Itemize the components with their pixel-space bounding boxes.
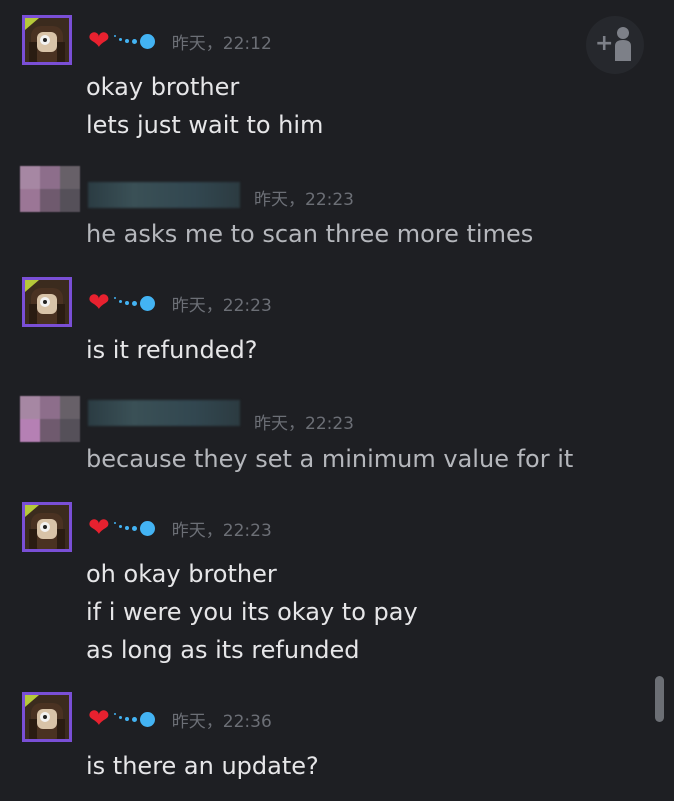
avatar[interactable] bbox=[22, 15, 72, 65]
avatar-image bbox=[25, 505, 69, 549]
message-text: is there an update? bbox=[86, 752, 319, 780]
timestamp: 昨天，22:23 bbox=[171, 295, 272, 316]
avatar[interactable] bbox=[20, 166, 80, 212]
dots-icon bbox=[113, 709, 158, 729]
avatar[interactable] bbox=[22, 502, 72, 552]
message-text: as long as its refunded bbox=[86, 636, 360, 664]
scrollbar-thumb[interactable] bbox=[655, 676, 664, 722]
avatar-image bbox=[25, 695, 69, 739]
avatar[interactable] bbox=[22, 692, 72, 742]
message-header: ❤ 昨天，22:23 bbox=[88, 288, 272, 318]
timestamp: 昨天，22:23 bbox=[254, 190, 354, 210]
dots-icon bbox=[113, 518, 158, 538]
heart-icon: ❤ bbox=[88, 288, 110, 318]
avatar[interactable] bbox=[20, 396, 80, 442]
message-text: he asks me to scan three more times bbox=[86, 220, 534, 248]
timestamp: 昨天，22:12 bbox=[171, 33, 272, 54]
avatar[interactable] bbox=[22, 277, 72, 327]
heart-icon: ❤ bbox=[88, 704, 110, 734]
message-text: oh okay brother bbox=[86, 560, 277, 588]
dots-icon bbox=[113, 31, 158, 51]
heart-icon: ❤ bbox=[88, 513, 110, 543]
add-friend-button[interactable]: + bbox=[586, 16, 644, 74]
chat-log: + ❤ 昨天，22:12 okay brother lets just wait… bbox=[0, 0, 674, 801]
message-header: ❤ 昨天，22:12 bbox=[88, 26, 272, 56]
heart-icon: ❤ bbox=[88, 26, 110, 56]
timestamp: 昨天，22:23 bbox=[171, 520, 272, 541]
avatar-image bbox=[25, 280, 69, 324]
dots-icon bbox=[113, 293, 158, 313]
message-text: if i were you its okay to pay bbox=[86, 598, 418, 626]
message-header: ❤ 昨天，22:23 bbox=[88, 513, 272, 543]
svg-text:+: + bbox=[595, 31, 613, 56]
message-text: lets just wait to him bbox=[86, 111, 324, 139]
add-friend-icon: + bbox=[595, 27, 631, 61]
avatar-image bbox=[25, 18, 69, 62]
sender-name-redacted bbox=[88, 400, 240, 426]
message-text: is it refunded? bbox=[86, 336, 258, 364]
message-header: ❤ 昨天，22:36 bbox=[88, 704, 272, 734]
timestamp: 昨天，22:36 bbox=[171, 711, 272, 732]
message-text: because they set a minimum value for it bbox=[86, 445, 574, 473]
timestamp: 昨天，22:23 bbox=[254, 414, 354, 434]
message-text: okay brother bbox=[86, 73, 240, 101]
sender-name-redacted bbox=[88, 182, 240, 208]
